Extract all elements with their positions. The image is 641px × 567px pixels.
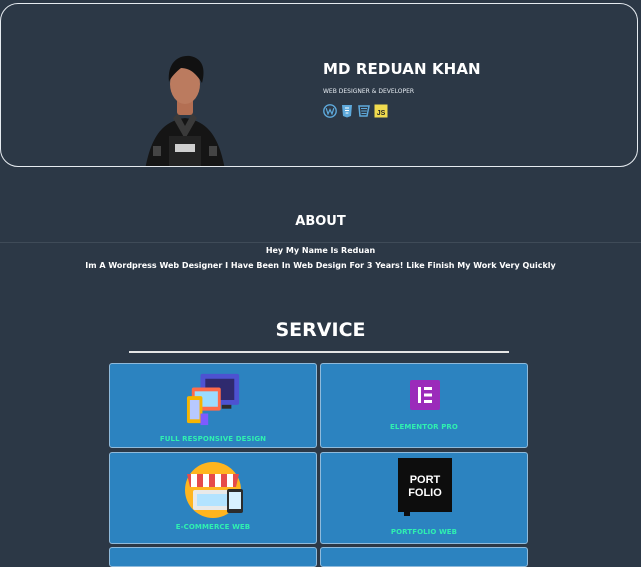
html5-icon (340, 103, 354, 118)
svg-text:FOLIO: FOLIO (408, 487, 442, 499)
service-card-label: FULL RESPONSIVE DESIGN (159, 435, 267, 443)
about-divider (0, 242, 641, 243)
portfolio-icon: PORT FOLIO (398, 458, 452, 516)
service-card-partial-left[interactable] (109, 547, 317, 567)
css3-icon (357, 103, 371, 117)
service-card-portfolio[interactable]: PORT FOLIO PORTFOLIO WEB (320, 452, 528, 544)
service-card-label: ELEMENTOR PRO (390, 423, 458, 431)
tech-stack: JS (323, 103, 388, 118)
service-card-label: PORTFOLIO WEB (390, 528, 458, 536)
wordpress-icon (323, 103, 337, 118)
avatar (145, 55, 225, 166)
service-underline (129, 351, 509, 353)
profile-name: MD REDUAN KHAN (323, 60, 481, 78)
profile-hero: MD REDUAN KHAN WEB DESIGNER & DEVELOPER (0, 3, 638, 167)
ecommerce-store-icon (185, 462, 243, 518)
service-card-ecommerce[interactable]: E-COMMERCE WEB (109, 452, 317, 544)
about-description: Im A Wordpress Web Designer I Have Been … (85, 261, 556, 270)
svg-text:JS: JS (377, 110, 386, 117)
profile-role: WEB DESIGNER & DEVELOPER (323, 88, 415, 95)
responsive-devices-icon (186, 373, 240, 426)
about-title: ABOUT (295, 214, 346, 229)
service-card-partial-right[interactable] (320, 547, 528, 567)
service-title: SERVICE (275, 319, 366, 341)
elementor-icon (410, 380, 440, 410)
about-greeting: Hey My Name Is Reduan (265, 246, 376, 255)
svg-text:PORT: PORT (410, 474, 441, 486)
service-card-label: E-COMMERCE WEB (175, 523, 251, 531)
service-card-full-responsive[interactable]: FULL RESPONSIVE DESIGN (109, 363, 317, 448)
javascript-icon: JS (374, 103, 388, 118)
service-card-elementor[interactable]: ELEMENTOR PRO (320, 363, 528, 448)
